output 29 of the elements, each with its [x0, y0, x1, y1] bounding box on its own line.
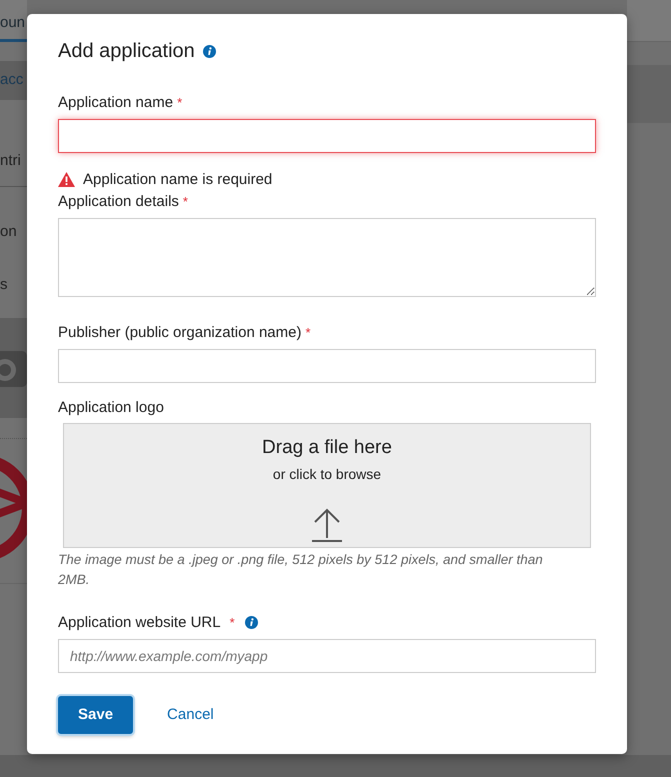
sidebar-item[interactable]: ntri	[0, 150, 27, 172]
required-mark: *	[182, 192, 188, 210]
tab-label[interactable]: oun	[0, 0, 27, 42]
cancel-link[interactable]: Cancel	[157, 696, 224, 733]
text-field[interactable]: http://www.example.com/myapp	[58, 638, 596, 672]
field-label: Application logo	[58, 398, 164, 418]
info-icon[interactable]	[244, 616, 258, 629]
text-field[interactable]	[58, 118, 596, 152]
warning-icon	[58, 172, 75, 188]
sidebar-item[interactable]: s	[0, 274, 27, 296]
text-field[interactable]	[58, 348, 596, 382]
field-label: Application details	[58, 192, 179, 212]
drop-title: Drag a file here	[262, 436, 392, 460]
info-icon[interactable]	[202, 44, 216, 58]
error-message: Application name is required	[83, 170, 272, 190]
sidebar-item[interactable]: on	[0, 221, 27, 244]
required-mark: *	[177, 94, 182, 112]
dialog-title: Add application	[58, 39, 195, 64]
file-drop-zone[interactable]: Drag a file here or click to browse	[63, 423, 591, 548]
field-label: Publisher (public organization name)	[58, 323, 302, 343]
field-label: Application name	[58, 93, 174, 113]
drop-subtitle: or click to browse	[272, 464, 382, 484]
sidebar-item[interactable]: acc	[0, 61, 27, 100]
upload-icon	[310, 506, 344, 542]
required-mark: *	[230, 614, 235, 632]
save-button[interactable]: Save	[58, 696, 134, 734]
field-label: Application website URL	[58, 613, 221, 633]
help-text: The image must be a .jpeg or .png file, 512 pixels by 512 pixels, and smaller than 2MB.	[58, 551, 544, 589]
required-mark: *	[305, 324, 311, 342]
